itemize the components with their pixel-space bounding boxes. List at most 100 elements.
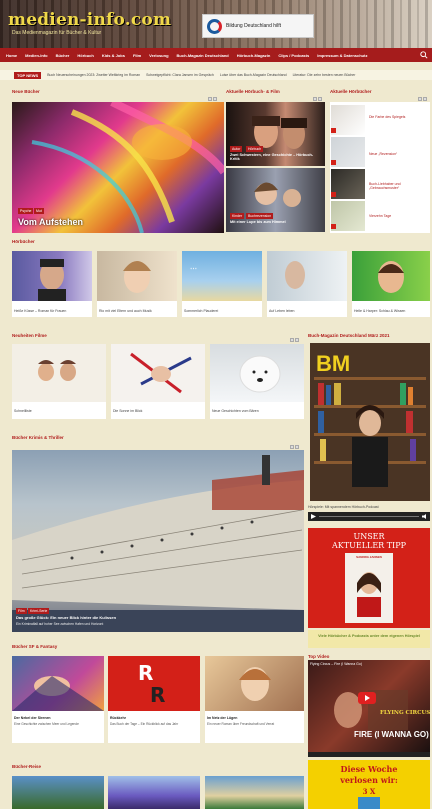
- ticker-item[interactable]: Schweigepflicht: Clara Jansen im Gespräc…: [146, 73, 214, 77]
- audio-progress-bar[interactable]: [319, 516, 419, 517]
- film-title[interactable]: Die Sonne im Blick: [113, 409, 203, 413]
- hoerbuch-title[interactable]: Rio mit viel Eltern und auch Musik: [99, 309, 175, 313]
- volume-icon[interactable]: [422, 514, 427, 519]
- ticker-item[interactable]: Literatur: Die zehn besten neuen Bücher: [293, 73, 356, 77]
- header-banner-ad[interactable]: Bildung Deutschland hilft: [202, 14, 314, 38]
- reise-image[interactable]: [12, 776, 104, 809]
- slider-controls[interactable]: [208, 97, 218, 101]
- rf-card-title[interactable]: Zwei Schwestern, eine Geschichte – Hörbu…: [230, 153, 320, 161]
- side-item-thumb[interactable]: [331, 201, 365, 231]
- nav-item-hoerbuch-magazin[interactable]: Hörbuch-Magazin: [237, 53, 271, 58]
- rf-tag[interactable]: Buchrezension: [246, 213, 274, 219]
- nav-item-home[interactable]: Home: [6, 53, 17, 58]
- nav-item-kids[interactable]: Kids & Jobs: [102, 53, 125, 58]
- audio-player[interactable]: [308, 512, 430, 521]
- hoerbuch-image[interactable]: ⋯: [182, 251, 262, 301]
- film-image[interactable]: [12, 344, 106, 402]
- krimi-title[interactable]: Das große Glück: Ein neuer Blick hinter …: [16, 615, 116, 620]
- nav-item-impressum[interactable]: Impressum & Datenschutz: [317, 53, 367, 58]
- krimi-hero-image[interactable]: [12, 450, 304, 632]
- hoerbuch-title[interactable]: Heiße Küsse – Roman für Frauen: [14, 309, 90, 313]
- fantasy-title[interactable]: Im Netz der Lügen: [207, 716, 302, 720]
- reise-image[interactable]: [205, 776, 304, 809]
- film-title[interactable]: Neue Geschichten vom Bären: [212, 409, 302, 413]
- site-header: medien-info.com Das Medienmagazin für Bü…: [0, 0, 432, 48]
- side-item-thumb[interactable]: [331, 169, 365, 199]
- section-title-aktuelle-hoerbuch-film: Aktuelle Hörbuch- & Film: [226, 89, 280, 94]
- hero-tag[interactable]: Mut: [34, 208, 44, 214]
- section-title-top-video: Top Video: [308, 654, 330, 659]
- youtube-play-icon[interactable]: [358, 692, 376, 704]
- fantasy-image[interactable]: [205, 656, 304, 711]
- nav-item-magazin[interactable]: Buch-Magazin Deutschland: [177, 53, 229, 58]
- hoerbuch-image[interactable]: [97, 251, 177, 301]
- section-title-aktuelle-hoerbuecher: Aktuelle Hörbücher: [330, 89, 372, 94]
- slider-controls[interactable]: [290, 445, 300, 449]
- nav-item-clips[interactable]: Clips / Podcasts: [278, 53, 309, 58]
- slider-controls[interactable]: [418, 97, 428, 101]
- hoerbuch-image[interactable]: [267, 251, 347, 301]
- video-controls-bar[interactable]: [308, 752, 430, 757]
- krimi-subtitle: Ein Kriminalfall auf hoher See zwischen …: [16, 622, 104, 626]
- ticker-item[interactable]: Luise über das Buch-Magazin Deutschland: [220, 73, 287, 77]
- hero-tag[interactable]: Psyche: [18, 208, 34, 214]
- verlosung-prize-cover[interactable]: [358, 797, 380, 809]
- verlosung-line2: verlosen wir:: [340, 775, 398, 785]
- fantasy-image[interactable]: RR: [108, 656, 200, 711]
- search-icon[interactable]: [420, 51, 428, 59]
- verlosung-count: 3 X: [362, 787, 376, 796]
- side-item-title[interactable]: Buch-Liebhaber und „Gebrauchsmuster“: [369, 182, 427, 190]
- krimi-tag[interactable]: Krimi-Serie: [28, 608, 50, 614]
- portrait-artwork: [38, 259, 66, 301]
- tipp-line2: AKTUELLER TIPP: [332, 541, 406, 550]
- nav-item-medien-info[interactable]: Medien-Info: [25, 53, 47, 58]
- hero-title[interactable]: Vom Aufstehen: [18, 217, 83, 227]
- rf-tag[interactable]: Autor: [230, 146, 243, 152]
- fantasy-title[interactable]: Rückkehr: [110, 716, 198, 720]
- side-item-title[interactable]: Die Farbe des Spiegels: [369, 115, 427, 119]
- tipp-author: SANDRA JANSEN: [356, 555, 382, 559]
- tipp-line1: UNSER: [353, 532, 385, 541]
- slider-controls[interactable]: [313, 97, 323, 101]
- section-title-neue-buecher: Neue Bücher: [12, 89, 40, 94]
- svg-text:BM: BM: [316, 351, 350, 376]
- film-artwork: [38, 360, 76, 381]
- fantasy-artwork: RR: [138, 661, 165, 707]
- podcast-caption: Hörspiele: Mit spannendem Hörbuch-Podcas…: [308, 505, 379, 509]
- rf-card-title[interactable]: Mit einer Lupe bis zum Himmel: [230, 220, 320, 224]
- fantasy-image[interactable]: [12, 656, 104, 711]
- video-title[interactable]: Flying Circus – Fire (I Wanna Go): [310, 662, 428, 666]
- nav-item-film[interactable]: Film: [133, 53, 141, 58]
- side-item-title[interactable]: Neue „Rezension“: [369, 152, 427, 156]
- rf-tag[interactable]: Hörbuch: [246, 146, 264, 152]
- section-title-hoerbuecher: Hörbücher: [12, 239, 35, 244]
- film-image[interactable]: [210, 344, 304, 402]
- hoerbuch-title[interactable]: Auf Leben leben: [269, 309, 345, 313]
- film-title[interactable]: Schnellliste: [14, 409, 104, 413]
- hoerbuch-image[interactable]: [352, 251, 430, 301]
- rf-tag[interactable]: Kinder: [230, 213, 245, 219]
- section-title-fantasy: Bücher SF & Fantasy: [12, 644, 58, 649]
- nav-item-verlosung[interactable]: Verlosung: [149, 53, 168, 58]
- tipp-footer[interactable]: Viele Hörbücher & Podcasts unter dem eig…: [308, 630, 430, 648]
- nav-item-hoerbuch[interactable]: Hörbuch: [77, 53, 93, 58]
- nav-item-buecher[interactable]: Bücher: [56, 53, 70, 58]
- reise-image[interactable]: [108, 776, 200, 809]
- hoerbuch-title[interactable]: Helle & Harper: Schlau & Wissen: [354, 309, 428, 313]
- side-item-thumb[interactable]: [331, 105, 365, 135]
- krimi-tag[interactable]: Film: [16, 608, 27, 614]
- film-image[interactable]: [111, 344, 205, 402]
- side-item-thumb[interactable]: [331, 137, 365, 167]
- tipp-book-cover[interactable]: [345, 553, 393, 623]
- fantasy-title[interactable]: Der Nebel der Sirenen: [14, 716, 102, 720]
- section-title-neuheiten-filme: Neuheiten Filme: [12, 333, 47, 338]
- hoerbuch-image[interactable]: [12, 251, 92, 301]
- slider-controls[interactable]: [290, 338, 300, 342]
- magazine-cover[interactable]: BM: [310, 343, 430, 501]
- play-icon[interactable]: [311, 514, 316, 519]
- hoerbuch-title[interactable]: Sommerlich Plauderei: [184, 309, 260, 313]
- side-item-title[interactable]: Vierzehn Tage: [369, 214, 427, 218]
- site-logo[interactable]: medien-info.com: [8, 10, 171, 30]
- banner-logo-icon: [207, 18, 222, 34]
- ticker-item[interactable]: Buch Neuerscheinungen 2023: Zweiter Welt…: [47, 73, 140, 77]
